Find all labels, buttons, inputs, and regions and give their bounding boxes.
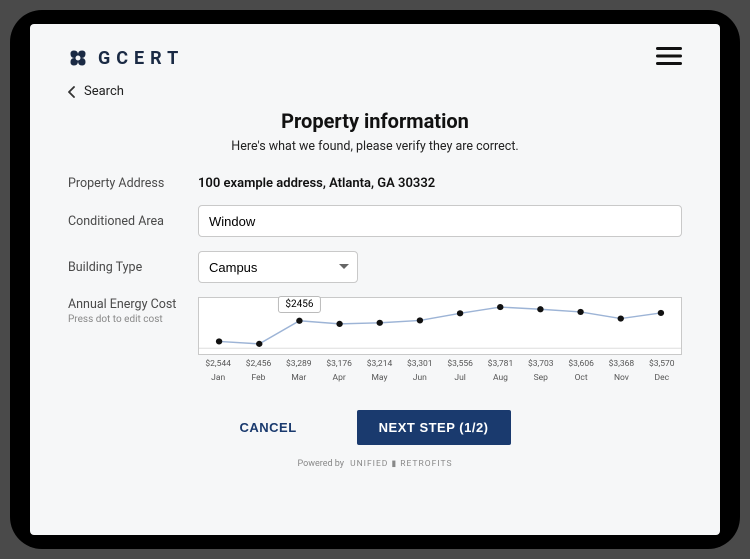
value-address: 100 example address, Atlanta, GA 30332 [198,176,435,191]
chart-category-label: Oct [561,373,601,383]
chart-dot[interactable] [577,309,583,315]
chart-dot[interactable] [377,320,383,326]
cancel-button[interactable]: CANCEL [239,410,296,445]
chart-dot[interactable] [256,341,262,347]
menu-button[interactable] [656,46,682,70]
chart-dot[interactable] [537,306,543,312]
chart-category-label: Jun [400,373,440,383]
brand-text: GCERT [98,48,184,69]
back-button[interactable]: Search [68,84,682,99]
footer-powered: Powered by [297,459,344,469]
page-subtitle: Here's what we found, please verify they… [68,139,682,154]
label-area: Conditioned Area [68,214,198,229]
chart-dot[interactable] [417,317,423,323]
chart-value-label: $3,289 [279,359,319,369]
chevron-left-icon [68,86,76,98]
chart-category-label: Nov [601,373,641,383]
chart-value-label: $3,781 [480,359,520,369]
label-address: Property Address [68,176,198,191]
chart-value-label: $2,456 [238,359,278,369]
chart-value-label: $2,544 [198,359,238,369]
chart-category-label: Apr [319,373,359,383]
chart-value-label: $3,703 [521,359,561,369]
chart-value-label: $3,301 [400,359,440,369]
chart-dot[interactable] [457,310,463,316]
chart-category-label: Mar [279,373,319,383]
chart-dot[interactable] [216,338,222,344]
label-energy-hint: Press dot to edit cost [68,314,198,325]
chart-value-label: $3,570 [642,359,682,369]
chart-dot[interactable] [618,315,624,321]
hamburger-icon [656,46,682,66]
chart-dot[interactable] [296,318,302,324]
chart-value-label: $3,556 [440,359,480,369]
chart-value-label: $3,368 [601,359,641,369]
label-energy: Annual Energy Cost Press dot to edit cos… [68,297,198,325]
chart-tooltip: $2456 [278,296,320,313]
footer-brand: UNIFIED ▮ RETROFITS [350,459,452,469]
chart-category-label: May [359,373,399,383]
chart-value-label: $3,214 [359,359,399,369]
chart-category-label: Dec [642,373,682,383]
chart-category-label: Sep [521,373,561,383]
chart-dot[interactable] [658,310,664,316]
select-building-type[interactable] [198,251,358,283]
chart-value-label: $3,606 [561,359,601,369]
input-conditioned-area[interactable] [198,205,682,237]
brand-icon [68,48,88,68]
chart-category-label: Feb [238,373,278,383]
chart-category-label: Jan [198,373,238,383]
brand-logo: GCERT [68,48,184,69]
footer: Powered by UNIFIED ▮ RETROFITS [68,459,682,469]
chart-dot[interactable] [336,321,342,327]
chart-value-label: $3,176 [319,359,359,369]
page-title: Property information [68,109,682,133]
chart-dot[interactable] [497,304,503,310]
next-step-button[interactable]: NEXT STEP (1/2) [357,410,511,445]
label-building: Building Type [68,260,198,275]
chart-category-label: Jul [440,373,480,383]
back-label: Search [84,84,124,99]
energy-chart[interactable]: $2456 $2,544$2,456$3,289$3,176$3,214$3,3… [198,297,682,392]
chart-category-label: Aug [480,373,520,383]
